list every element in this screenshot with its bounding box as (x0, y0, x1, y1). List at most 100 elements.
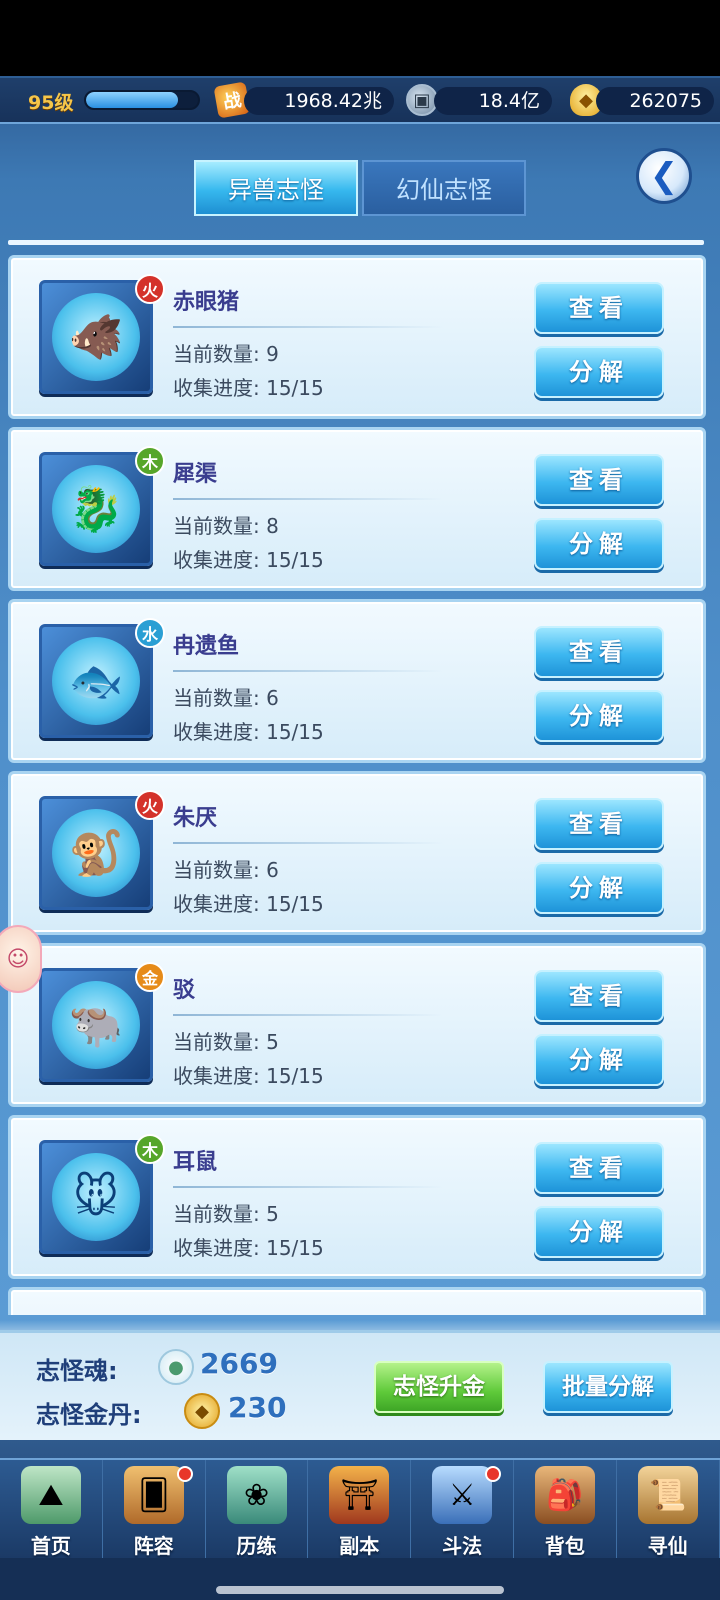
beast-name: 冉遗鱼 (173, 634, 240, 659)
horse-beast-icon: 🐃 (52, 981, 140, 1069)
beast-count: 当前数量: 8 (173, 514, 279, 538)
beast-name: 耳鼠 (173, 1150, 218, 1175)
collection-progress: 收集进度: 15/15 (173, 548, 324, 572)
decompose-button[interactable]: 分解 (534, 862, 664, 914)
nav-label: 寻仙 (647, 1534, 688, 1558)
scroll-icon: 📜 (637, 1466, 698, 1524)
nav-item-lineup[interactable]: 🂠 阵容 (103, 1460, 206, 1560)
element-badge: 木 (135, 1134, 165, 1164)
nav-label: 首页 (30, 1534, 71, 1558)
decompose-button[interactable]: 分解 (534, 1206, 664, 1258)
nav-item-seek-immortal[interactable]: 📜 寻仙 (617, 1460, 720, 1560)
beast-name: 赤眼猪 (173, 290, 240, 315)
game-screen: 95级 战 1968.42兆 ▣ 18.4亿 ◆ 262075 异兽志怪 幻仙志… (0, 0, 720, 1600)
nav-label: 阵容 (133, 1534, 174, 1558)
beast-card: 🐗 火 赤眼猪 当前数量: 9 收集进度: 15/15 查看 分解 (8, 255, 706, 419)
divider (8, 240, 704, 245)
nav-label: 斗法 (442, 1534, 483, 1558)
beast-count: 当前数量: 5 (173, 1202, 279, 1226)
beast-card: 🐭 木 耳鼠 当前数量: 5 收集进度: 15/15 查看 分解 (8, 1115, 706, 1279)
beast-portrait: 🐗 (39, 280, 153, 394)
beast-card-partial (8, 1287, 706, 1315)
coin-value: 18.4亿 (434, 87, 552, 115)
view-button[interactable]: 查看 (534, 282, 664, 334)
battle-power-value: 1968.42兆 (244, 87, 394, 115)
dragon-beast-icon: 🐉 (52, 465, 140, 553)
element-badge: 火 (135, 274, 165, 304)
currency-panel: 志怪魂: ● 2669 志怪金丹: ◆ 230 志怪升金 批量分解 (0, 1330, 720, 1440)
collection-progress: 收集进度: 15/15 (173, 720, 324, 744)
back-arrow-icon: ❮ (649, 156, 679, 196)
decompose-button[interactable]: 分解 (534, 690, 664, 742)
arena-icon: ⚔ (432, 1466, 493, 1524)
soul-icon: ● (158, 1349, 194, 1385)
beast-name: 驳 (173, 978, 196, 1003)
soul-value: 2669 (200, 1347, 278, 1380)
element-badge: 水 (135, 618, 165, 648)
dungeon-gate-icon: ⛩ (329, 1466, 390, 1524)
name-divider (173, 498, 443, 500)
bottom-nav: ⛰ 首页 🂠 阵容 ❀ 历练 ⛩ 副本 ⚔ 斗法 🎒 背包 📜 寻仙 (0, 1458, 720, 1560)
beast-list[interactable]: 🐗 火 赤眼猪 当前数量: 9 收集进度: 15/15 查看 分解 🐉 木 犀渠… (8, 255, 706, 1315)
home-island-icon: ⛰ (21, 1466, 81, 1524)
beast-count: 当前数量: 5 (173, 1030, 279, 1054)
beast-portrait: 🐟 (39, 624, 153, 738)
name-divider (173, 670, 443, 672)
decompose-button[interactable]: 分解 (534, 1034, 664, 1086)
decompose-button[interactable]: 分解 (534, 346, 664, 398)
boar-icon: 🐗 (52, 293, 140, 381)
status-bar (0, 0, 720, 76)
nav-item-arena[interactable]: ⚔ 斗法 (411, 1460, 514, 1560)
view-button[interactable]: 查看 (534, 626, 664, 678)
fish-icon: 🐟 (52, 637, 140, 725)
name-divider (173, 1186, 443, 1188)
nav-item-home[interactable]: ⛰ 首页 (0, 1460, 103, 1560)
nav-item-dungeon[interactable]: ⛩ 副本 (308, 1460, 412, 1560)
collection-progress: 收集进度: 15/15 (173, 1064, 324, 1088)
gold-value: 262075 (596, 87, 714, 115)
soul-label: 志怪魂: (36, 1357, 118, 1385)
training-icon: ❀ (226, 1466, 287, 1524)
beast-portrait: 🐃 (39, 968, 153, 1082)
resource-bar: 95级 战 1968.42兆 ▣ 18.4亿 ◆ 262075 (0, 78, 720, 124)
element-badge: 木 (135, 446, 165, 476)
winged-rat-icon: 🐭 (52, 1153, 140, 1241)
assistant-avatar-icon[interactable]: ☺ (0, 925, 42, 993)
collection-progress: 收集进度: 15/15 (173, 1236, 324, 1260)
beast-card: 🐒 火 朱厌 当前数量: 6 收集进度: 15/15 查看 分解 (8, 771, 706, 935)
name-divider (173, 1014, 443, 1016)
beast-portrait: 🐒 (39, 796, 153, 910)
collection-progress: 收集进度: 15/15 (173, 892, 324, 916)
view-button[interactable]: 查看 (534, 970, 664, 1022)
element-badge: 火 (135, 790, 165, 820)
batch-decompose-button[interactable]: 批量分解 (543, 1361, 673, 1413)
beast-portrait: 🐭 (39, 1140, 153, 1254)
beast-count: 当前数量: 6 (173, 858, 279, 882)
decompose-button[interactable]: 分解 (534, 518, 664, 570)
lineup-cards-icon: 🂠 (123, 1466, 184, 1524)
view-button[interactable]: 查看 (534, 1142, 664, 1194)
view-button[interactable]: 查看 (534, 454, 664, 506)
player-level: 95级 (28, 92, 74, 114)
beast-name: 朱厌 (173, 806, 218, 831)
nav-item-training[interactable]: ❀ 历练 (206, 1460, 309, 1560)
level-progress-bar (84, 90, 200, 110)
nav-label: 副本 (339, 1534, 380, 1558)
element-badge: 金 (135, 962, 165, 992)
monkey-icon: 🐒 (52, 809, 140, 897)
collection-progress: 收集进度: 15/15 (173, 376, 324, 400)
golden-pill-icon: ◆ (184, 1393, 220, 1429)
name-divider (173, 842, 443, 844)
home-indicator[interactable] (216, 1586, 504, 1594)
view-button[interactable]: 查看 (534, 798, 664, 850)
tab-beasts[interactable]: 异兽志怪 (194, 160, 358, 216)
name-divider (173, 326, 443, 328)
nav-item-backpack[interactable]: 🎒 背包 (514, 1460, 617, 1560)
backpack-icon: 🎒 (534, 1466, 595, 1524)
upgrade-gold-button[interactable]: 志怪升金 (374, 1361, 504, 1413)
back-button[interactable]: ❮ (636, 148, 692, 204)
tab-immortals[interactable]: 幻仙志怪 (362, 160, 526, 216)
golden-pill-value: 230 (228, 1391, 287, 1424)
beast-card: 🐃 金 驳 当前数量: 5 收集进度: 15/15 查看 分解 (8, 943, 706, 1107)
level-progress-fill (86, 92, 178, 108)
